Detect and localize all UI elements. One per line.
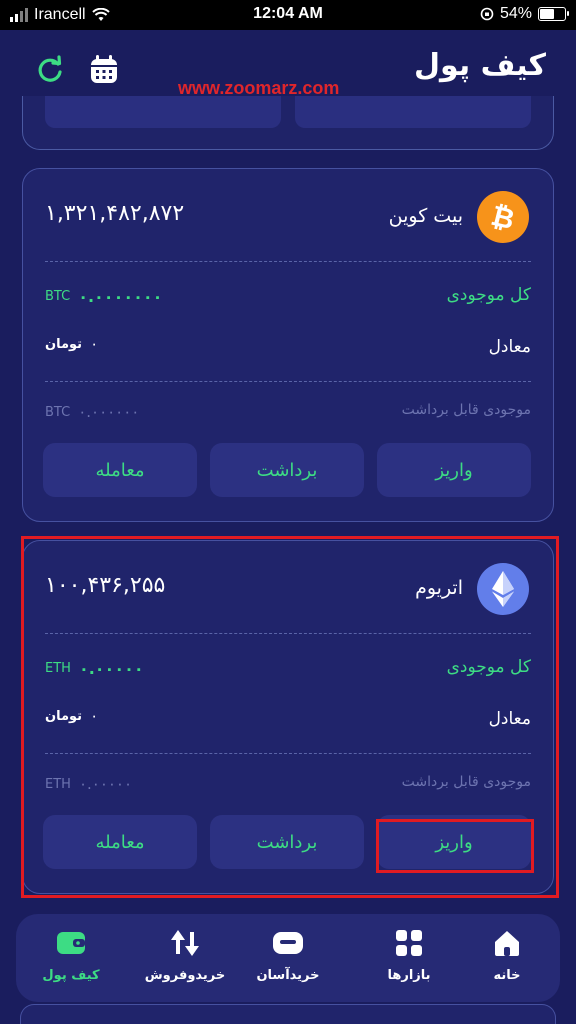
svg-text:₿: ₿ [488, 200, 518, 234]
previous-card-button[interactable] [295, 96, 531, 128]
unit-label: BTC [45, 404, 71, 420]
nav-label: خریدوفروش [144, 968, 226, 983]
divider [45, 261, 531, 262]
total-balance-label: کل موجودی [446, 285, 531, 305]
card-icon [271, 926, 305, 960]
withdrawable-amount: ۰.۰۰۰۰۰۰ [78, 403, 140, 421]
buy-sell-icon [168, 926, 202, 960]
equivalent-label: معادل [488, 337, 531, 357]
battery-percent: 54% [499, 5, 532, 22]
previous-wallet-card [22, 96, 554, 150]
withdrawable-label: موجودی قابل برداشت [401, 774, 531, 790]
toman-unit: تومان [45, 708, 83, 724]
divider [45, 633, 531, 634]
nav-label: خریدآسان [256, 968, 320, 983]
nav-label: خانه [493, 968, 521, 983]
home-icon [490, 926, 524, 960]
battery-icon [538, 7, 569, 21]
withdrawable-amount: ۰.۰۰۰۰۰ [78, 775, 133, 793]
wallet-card-ethereum: اتریوم ۱۰۰,۴۳۶,۲۵۵ کل موجودی ETH ۰.۰۰۰۰۰… [22, 540, 554, 894]
previous-card-button[interactable] [45, 96, 281, 128]
total-balance-value: BTC ۰.۰۰۰۰۰۰۰ [45, 287, 162, 306]
total-amount: ۰.۰۰۰۰۰۰۰ [78, 287, 163, 306]
deposit-button[interactable]: واریز [377, 815, 531, 869]
nav-item-markets[interactable]: بازارها [364, 926, 454, 983]
withdrawable-value: BTC ۰.۰۰۰۰۰۰ [45, 403, 139, 421]
unit-label: ETH [45, 661, 71, 676]
withdrawable-value: ETH ۰.۰۰۰۰۰ [45, 775, 132, 793]
status-right: 54% [480, 5, 569, 23]
total-amount: ۰.۰۰۰۰۰ [78, 659, 144, 678]
equivalent-amount: ۰ [90, 707, 99, 725]
wallet-icon [54, 926, 88, 960]
equivalent-label: معادل [488, 709, 531, 729]
nav-item-wallet[interactable]: کیف پول [26, 926, 116, 983]
total-balance-value: ETH ۰.۰۰۰۰۰ [45, 659, 144, 678]
trade-button[interactable]: معامله [43, 815, 197, 869]
coin-name: اتریوم [415, 577, 463, 599]
nav-item-buy-sell[interactable]: خریدوفروش [133, 926, 237, 983]
withdraw-button[interactable]: برداشت [210, 443, 364, 497]
withdraw-button[interactable]: برداشت [210, 815, 364, 869]
equivalent-value: تومان ۰ [45, 335, 98, 353]
divider [45, 381, 531, 382]
refresh-icon[interactable] [34, 54, 66, 86]
status-bar: Irancell 12:04 AM 54% [0, 0, 576, 30]
total-balance-label: کل موجودی [446, 657, 531, 677]
nav-item-home[interactable]: خانه [462, 926, 552, 983]
divider [45, 753, 531, 754]
orientation-lock-icon [480, 7, 494, 21]
wallet-card-bitcoin: ₿ بیت کوین ۱,۳۲۱,۴۸۲,۸۷۲ کل موجودی BTC ۰… [22, 168, 554, 522]
battery-fill [540, 9, 555, 19]
unit-label: BTC [45, 289, 71, 304]
grid-icon [392, 926, 426, 960]
nav-label: بازارها [387, 968, 431, 983]
unit-label: ETH [45, 776, 71, 792]
next-wallet-card [20, 1004, 556, 1024]
bottom-navigation: خانه بازارها خریدآسان خریدوفروش کیف پول [16, 914, 560, 1002]
withdrawable-label: موجودی قابل برداشت [401, 402, 531, 418]
coin-name: بیت کوین [388, 205, 463, 227]
equivalent-amount: ۰ [90, 335, 99, 353]
nav-item-easy-buy[interactable]: خریدآسان [243, 926, 333, 983]
deposit-button[interactable]: واریز [377, 443, 531, 497]
calendar-icon[interactable] [88, 54, 120, 86]
equivalent-value: تومان ۰ [45, 707, 98, 725]
trade-button[interactable]: معامله [43, 443, 197, 497]
page-title: کیف پول [414, 48, 546, 83]
toman-unit: تومان [45, 336, 83, 352]
coin-price: ۱,۳۲۱,۴۸۲,۸۷۲ [45, 201, 185, 226]
nav-label: کیف پول [42, 968, 100, 983]
coin-price: ۱۰۰,۴۳۶,۲۵۵ [45, 573, 166, 598]
bitcoin-icon: ₿ [477, 191, 529, 243]
ethereum-icon [477, 563, 529, 615]
